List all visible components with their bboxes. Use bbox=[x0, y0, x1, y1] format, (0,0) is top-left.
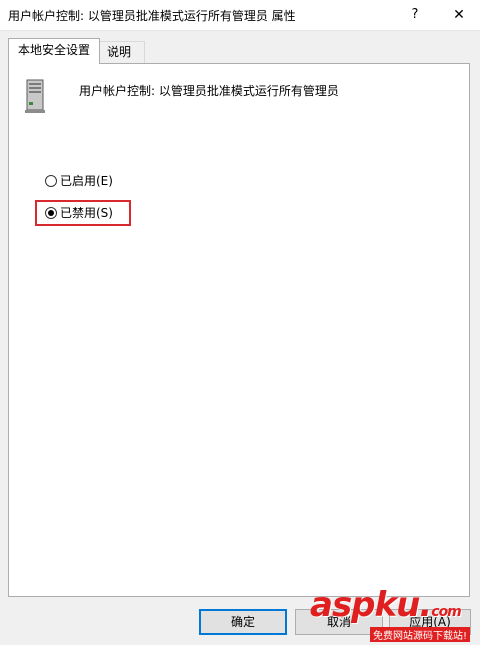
radio-enabled-circle[interactable] bbox=[45, 175, 57, 187]
radio-disabled-circle[interactable] bbox=[45, 207, 57, 219]
radio-disabled[interactable]: 已禁用(S) bbox=[45, 204, 113, 222]
policy-title: 用户帐户控制: 以管理员批准模式运行所有管理员 bbox=[79, 84, 339, 98]
help-button[interactable]: ? bbox=[402, 3, 428, 27]
title-bar: 用户帐户控制: 以管理员批准模式运行所有管理员 属性 ? ✕ bbox=[0, 0, 480, 31]
tab-panel: 用户帐户控制: 以管理员批准模式运行所有管理员 已启用(E) 已禁用(S) bbox=[8, 63, 470, 597]
tab-explain[interactable]: 说明 bbox=[93, 41, 145, 63]
window-title: 用户帐户控制: 以管理员批准模式运行所有管理员 属性 bbox=[8, 9, 296, 23]
close-button[interactable]: ✕ bbox=[444, 3, 474, 27]
apply-button[interactable]: 应用(A) bbox=[389, 609, 471, 635]
radio-enabled[interactable]: 已启用(E) bbox=[45, 172, 113, 190]
radio-disabled-label: 已禁用(S) bbox=[60, 206, 113, 220]
ok-button[interactable]: 确定 bbox=[199, 609, 287, 635]
tab-local-security-setting[interactable]: 本地安全设置 bbox=[8, 38, 100, 64]
cancel-button[interactable]: 取消 bbox=[295, 609, 383, 635]
radio-enabled-label: 已启用(E) bbox=[60, 174, 113, 188]
server-icon bbox=[25, 79, 45, 113]
